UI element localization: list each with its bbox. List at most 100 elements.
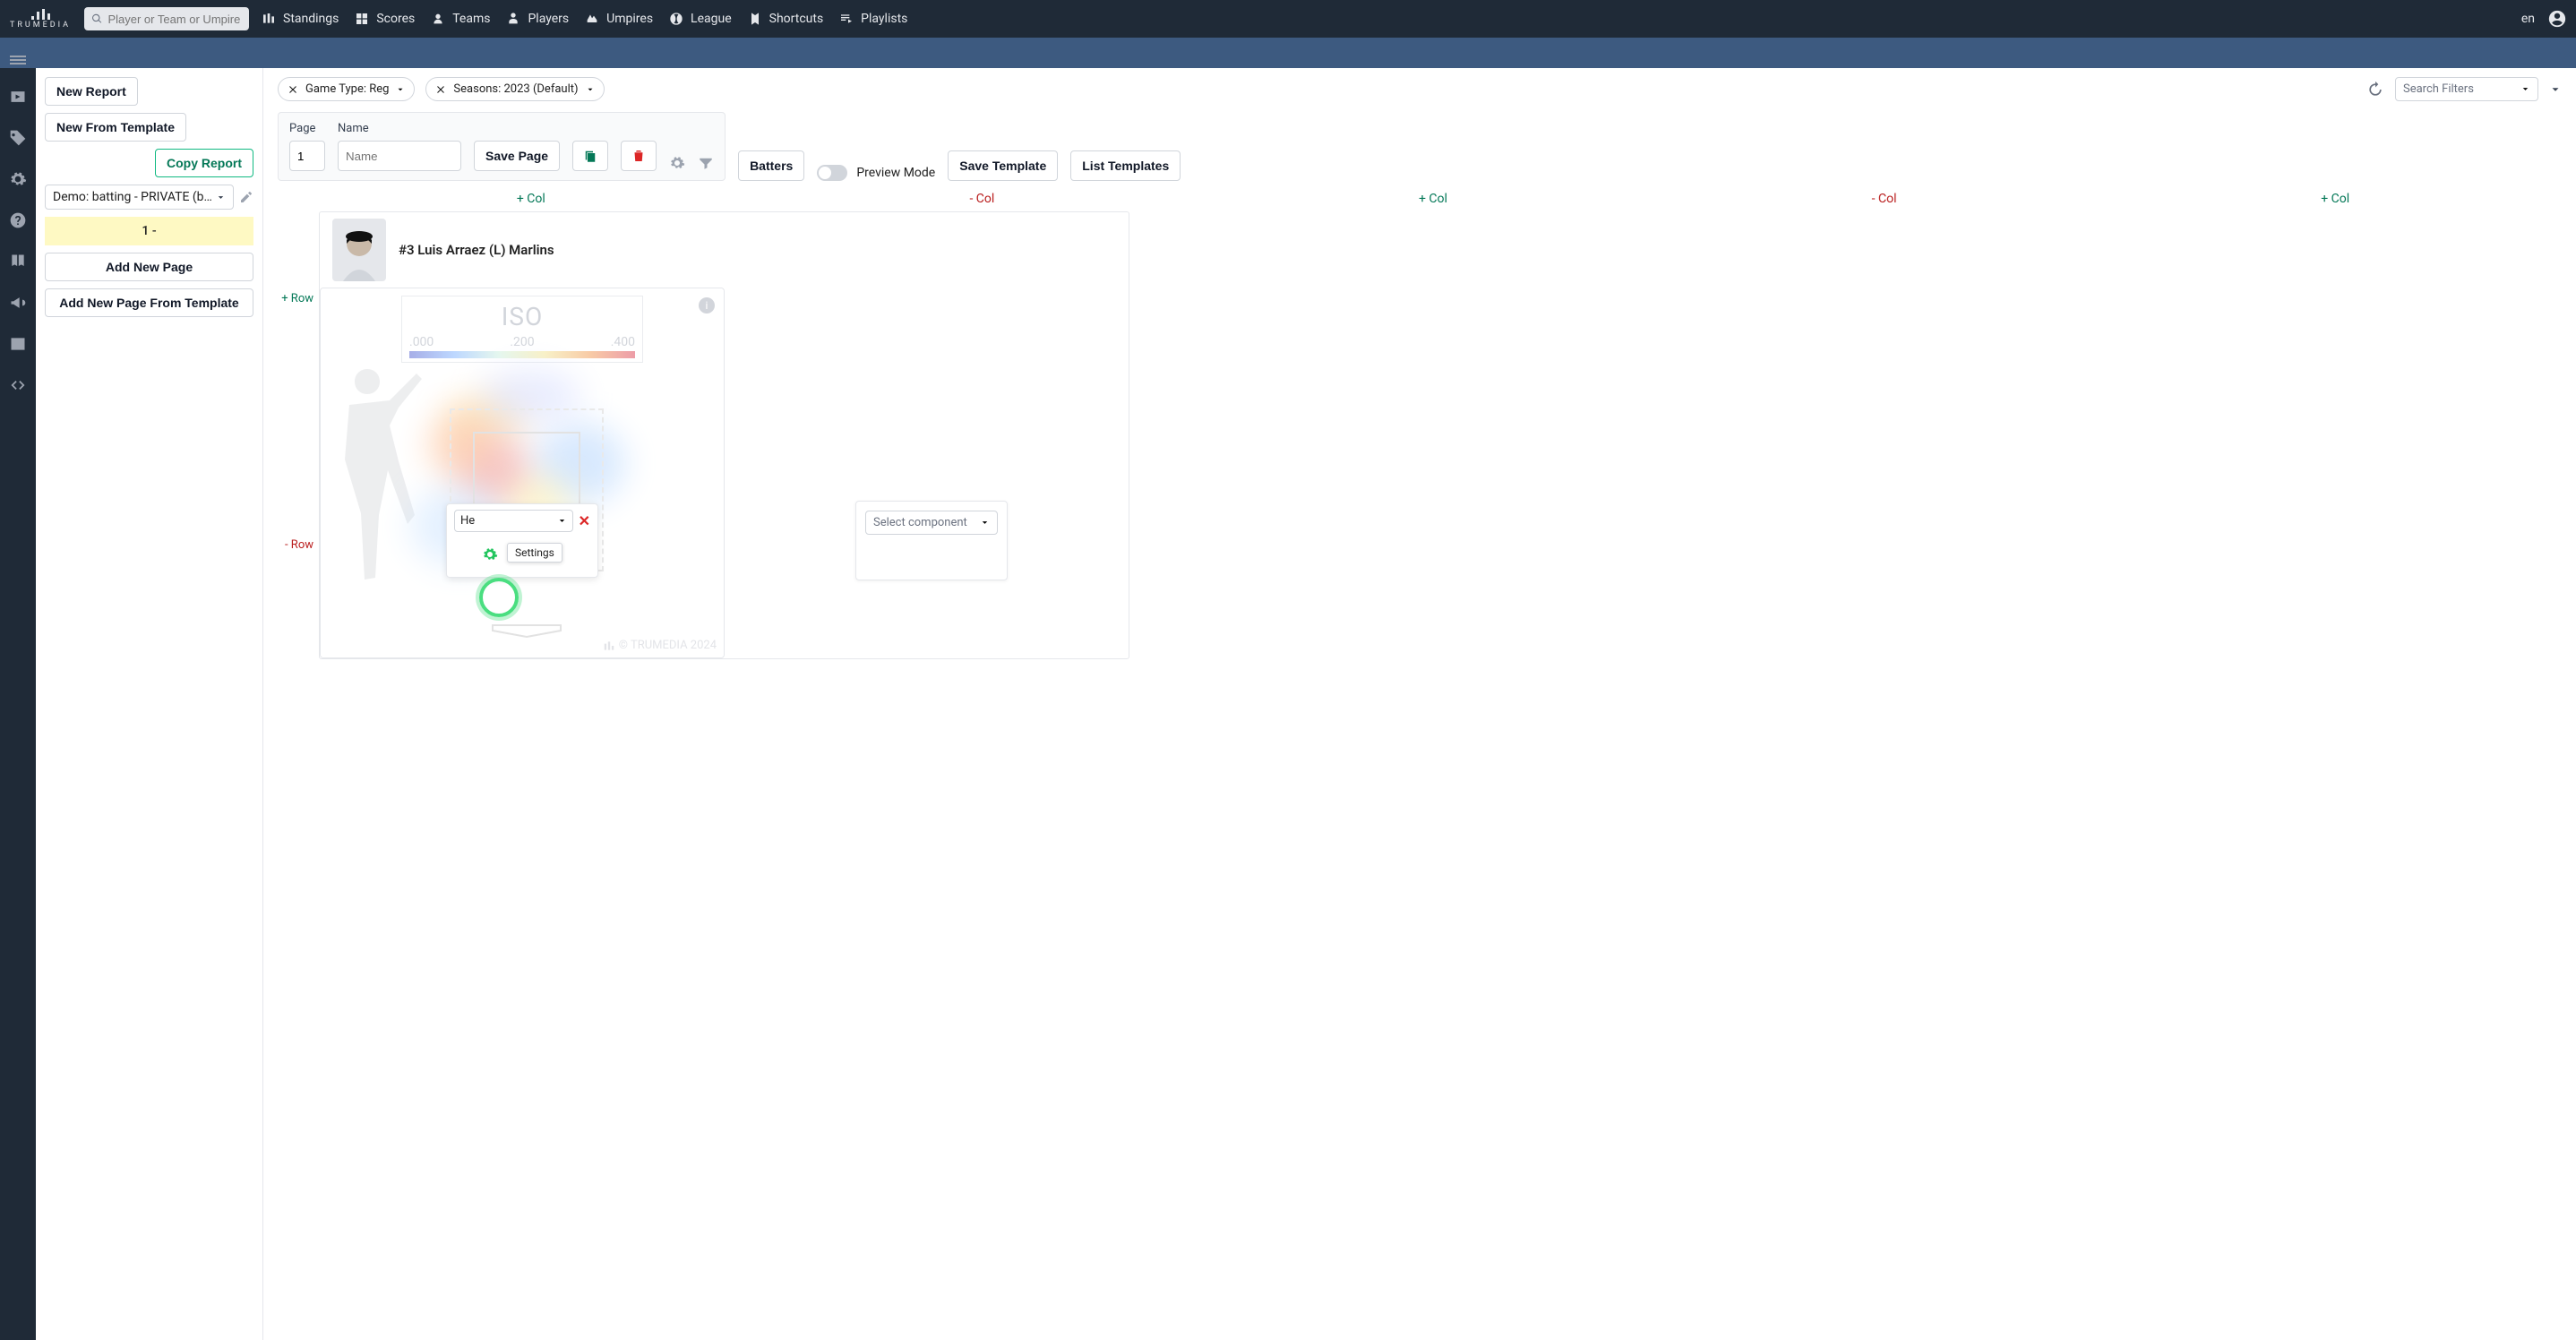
page-controls-group: Page Name Save Page (278, 112, 726, 181)
nav-umpires[interactable]: Umpires (585, 12, 653, 26)
brand-text: TRUMEDIA (10, 21, 71, 30)
account-icon[interactable] (2547, 9, 2567, 29)
player-name: #3 Luis Arraez (L) Marlins (399, 242, 554, 258)
nav-league[interactable]: League (669, 12, 732, 26)
nav-teams[interactable]: Teams (431, 12, 490, 26)
filter-game-type[interactable]: Game Type: Reg (278, 77, 415, 101)
column-controls: + Col - Col + Col - Col + Col (278, 192, 2562, 206)
global-search[interactable] (84, 7, 249, 30)
del-col-1[interactable]: - Col (969, 192, 994, 206)
subheader-stripe (0, 38, 2576, 68)
preview-mode-label: Preview Mode (856, 166, 935, 180)
language-switch[interactable]: en (2521, 12, 2535, 26)
add-col-2[interactable]: + Col (1419, 192, 1447, 206)
report-canvas: Game Type: Reg Seasons: 2023 (Default) S… (263, 68, 2576, 1340)
expand-filters-icon[interactable] (2549, 83, 2562, 96)
nav-playlists[interactable]: Playlists (839, 12, 907, 26)
new-report-button[interactable]: New Report (45, 77, 138, 106)
save-page-button[interactable]: Save Page (474, 141, 560, 171)
player-headshot-icon (337, 228, 382, 281)
chevron-down-icon (2520, 84, 2530, 94)
add-col-3[interactable]: + Col (2321, 192, 2349, 206)
global-search-input[interactable] (107, 13, 242, 26)
page-number-input[interactable] (289, 141, 325, 171)
shortcuts-icon (748, 12, 762, 26)
nav-shortcuts[interactable]: Shortcuts (748, 12, 824, 26)
edit-report-icon[interactable] (239, 190, 253, 204)
rail-code-icon[interactable] (9, 376, 27, 394)
report-selector-label: Demo: batting - PRIVATE (brad... (53, 190, 216, 204)
rail-help-icon[interactable] (9, 211, 27, 229)
component-type-label: He (460, 514, 475, 528)
active-page-indicator[interactable]: 1 - (45, 217, 253, 245)
caret-down-icon (396, 85, 405, 94)
add-row[interactable]: + Row (281, 292, 313, 305)
rail-megaphone-icon[interactable] (9, 294, 27, 312)
page-label: Page (289, 122, 325, 135)
report-box: #3 Luis Arraez (L) Marlins i ISO .000 .2… (319, 211, 1129, 659)
add-new-page-from-template-button[interactable]: Add New Page From Template (45, 288, 253, 317)
player-avatar (332, 219, 386, 281)
search-filters[interactable]: Search Filters (2395, 77, 2538, 101)
del-row[interactable]: - Row (285, 538, 313, 552)
brand-logo: TRUMEDIA (9, 5, 72, 32)
chevron-down-icon (980, 518, 990, 528)
copy-report-button[interactable]: Copy Report (155, 149, 253, 177)
standings-icon (262, 12, 276, 26)
add-new-page-button[interactable]: Add New Page (45, 253, 253, 281)
page-field: Page (289, 122, 325, 171)
page-filter-icon[interactable] (698, 155, 714, 171)
nav-scores[interactable]: Scores (355, 12, 415, 26)
report-selector[interactable]: Demo: batting - PRIVATE (brad... (45, 185, 234, 210)
rail-book-icon[interactable] (9, 253, 27, 271)
list-templates-button[interactable]: List Templates (1070, 150, 1181, 181)
player-header: #3 Luis Arraez (L) Marlins (320, 212, 1129, 288)
duplicate-page-button[interactable] (572, 141, 608, 171)
heatmap-card[interactable]: i ISO .000 .200 .400 (320, 288, 725, 658)
filter-seasons[interactable]: Seasons: 2023 (Default) (425, 77, 604, 101)
save-template-button[interactable]: Save Template (948, 150, 1058, 181)
popup-close-button[interactable]: ✕ (579, 512, 590, 529)
add-col-1[interactable]: + Col (517, 192, 545, 206)
del-col-2[interactable]: - Col (1872, 192, 1897, 206)
copy-icon (582, 148, 598, 164)
page-gear-icon[interactable] (669, 155, 685, 171)
component-settings-icon[interactable] (482, 546, 498, 563)
preview-toggle[interactable] (817, 165, 847, 181)
settings-tooltip: Settings (507, 543, 562, 563)
page-toolbar: Page Name Save Page Batters (278, 112, 2562, 181)
page-name-input[interactable] (338, 141, 461, 171)
chevron-down-icon (557, 516, 567, 526)
close-icon[interactable] (288, 84, 298, 95)
select-component-dropdown[interactable]: Select component (865, 511, 998, 535)
restore-history-icon[interactable] (2366, 81, 2384, 99)
nav-right: en (2521, 9, 2567, 29)
rail-gear-icon[interactable] (9, 170, 27, 188)
brand[interactable]: TRUMEDIA (9, 5, 72, 32)
rail-video-icon[interactable] (9, 88, 27, 106)
report-grid: + Row - Row #3 Luis Arra (278, 211, 2562, 659)
component-type-select[interactable]: He (454, 510, 573, 532)
nav-players[interactable]: Players (506, 12, 569, 26)
caret-down-icon (586, 85, 595, 94)
filters-bar: Game Type: Reg Seasons: 2023 (Default) S… (278, 77, 2562, 101)
rail-tags-icon[interactable] (9, 129, 27, 147)
delete-page-button[interactable] (621, 141, 657, 171)
new-from-template-button[interactable]: New From Template (45, 113, 186, 142)
nav-standings[interactable]: Standings (262, 12, 339, 26)
rail-image-icon[interactable] (9, 335, 27, 353)
name-label: Name (338, 122, 461, 135)
scores-icon (355, 12, 369, 26)
players-icon (506, 12, 520, 26)
league-icon (669, 12, 683, 26)
name-field: Name (338, 122, 461, 171)
close-icon[interactable] (435, 84, 446, 95)
playlists-icon (839, 12, 854, 26)
dim-overlay (321, 288, 724, 657)
rail-toggle-icon[interactable] (10, 56, 26, 68)
empty-component-slot: Select component (855, 501, 1008, 580)
teams-icon (431, 12, 445, 26)
vertical-rail (0, 68, 36, 1340)
batters-button[interactable]: Batters (738, 150, 804, 181)
search-icon (91, 13, 102, 25)
